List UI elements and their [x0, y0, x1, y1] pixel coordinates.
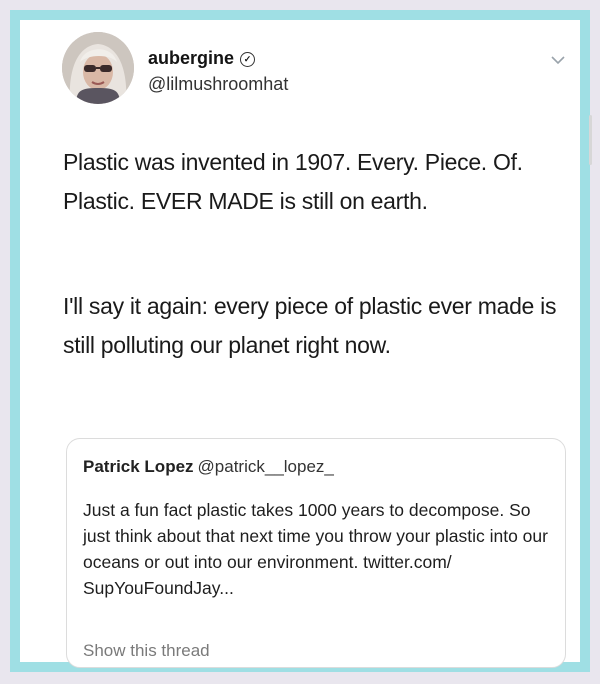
- quoted-tweet[interactable]: Patrick Lopez @patrick__lopez_ Just a fun…: [66, 438, 566, 668]
- display-name-text: aubergine: [148, 48, 235, 68]
- user-handle[interactable]: @lilmushroomhat: [148, 74, 288, 95]
- quoted-display-name: Patrick Lopez: [83, 457, 194, 476]
- display-name[interactable]: aubergine ✓: [148, 48, 256, 69]
- screenshot-frame: aubergine ✓ @lilmushroomhat Plastic was i…: [10, 10, 592, 672]
- avatar-image: [62, 32, 134, 104]
- quoted-tweet-header: Patrick Lopez @patrick__lopez_: [83, 457, 334, 477]
- quoted-tweet-text: Just a fun fact plastic takes 1000 years…: [83, 500, 548, 598]
- tweet-card: aubergine ✓ @lilmushroomhat Plastic was i…: [20, 20, 592, 668]
- show-thread-link[interactable]: Show this thread: [83, 641, 210, 661]
- avatar[interactable]: [62, 32, 134, 104]
- chevron-down-icon[interactable]: [550, 54, 566, 66]
- scrollbar[interactable]: [589, 115, 592, 165]
- tweet-paragraph-1: Plastic was invented in 1907. Every. Pie…: [63, 149, 523, 214]
- verified-badge-icon: ✓: [240, 52, 256, 67]
- tweet-paragraph-2: I'll say it again: every piece of plasti…: [63, 293, 557, 358]
- quoted-handle: @patrick__lopez_: [197, 457, 334, 476]
